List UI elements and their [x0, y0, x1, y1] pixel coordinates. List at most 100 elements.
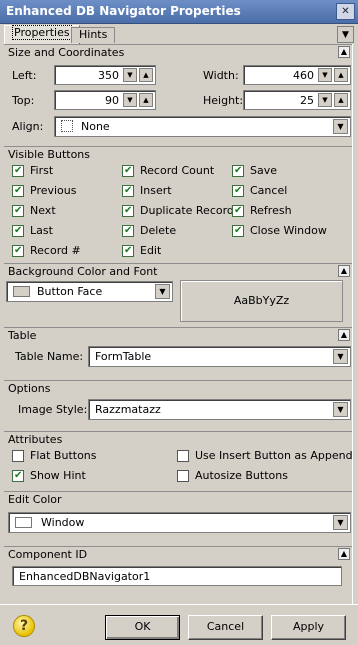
top-increment-icon[interactable]: ▲ [139, 93, 153, 107]
size-coordinates-title: Size and Coordinates [8, 46, 125, 59]
align-none-icon [61, 120, 73, 132]
checkbox-duplicate-record-box[interactable] [122, 203, 134, 219]
checkbox-use-insert-as-append-label: Use Insert Button as Append [195, 449, 353, 462]
table-group: Table ▲ Table Name: FormTable ▼ [4, 327, 352, 377]
left-input[interactable]: 350 ▼ ▲ [54, 65, 156, 85]
checkbox-record-count-box[interactable] [122, 163, 134, 179]
checkbox-autosize-buttons-box[interactable] [177, 470, 189, 482]
table-title: Table [8, 329, 37, 342]
align-chevron-down-icon[interactable]: ▼ [333, 119, 348, 134]
checkbox-previous-label: Previous [30, 184, 77, 197]
width-input[interactable]: 460 ▼ ▲ [243, 65, 351, 85]
left-label: Left: [12, 69, 37, 82]
align-label: Align: [12, 120, 44, 133]
image-style-value: Razzmatazz [95, 403, 161, 416]
checkbox-save-box[interactable] [232, 163, 244, 179]
font-preview-button[interactable]: AaBbYyZz [180, 280, 343, 322]
checkbox-edit-box[interactable] [122, 243, 134, 259]
edit-color-title: Edit Color [8, 493, 62, 506]
checkbox-first-label: First [30, 164, 54, 177]
width-decrement-icon[interactable]: ▼ [318, 68, 332, 82]
checkbox-insert-label: Insert [140, 184, 172, 197]
width-increment-icon[interactable]: ▲ [334, 68, 348, 82]
checkbox-delete-box[interactable] [122, 223, 134, 239]
table-name-select[interactable]: FormTable ▼ [88, 346, 351, 367]
button-bar: ? OK Cancel Apply [0, 604, 358, 645]
checkbox-delete-label: Delete [140, 224, 177, 237]
vertical-scrollbar[interactable] [352, 44, 358, 604]
checkbox-last-box[interactable] [12, 223, 24, 239]
checkbox-previous-box[interactable] [12, 183, 24, 199]
checkbox-record-number-label: Record # [30, 244, 81, 257]
ok-button[interactable]: OK [105, 615, 180, 640]
height-value: 25 [300, 94, 314, 107]
checkbox-autosize-buttons-label: Autosize Buttons [195, 469, 288, 482]
collapse-icon[interactable]: ▲ [338, 548, 350, 560]
height-input[interactable]: 25 ▼ ▲ [243, 90, 351, 110]
checkbox-flat-buttons-box[interactable] [12, 450, 24, 462]
image-style-chevron-down-icon[interactable]: ▼ [333, 402, 348, 417]
edit-color-group: Edit Color Window ▼ [4, 491, 352, 543]
tab-strip: Properties Hints ▼ [0, 24, 358, 44]
window-title: Enhanced DB Navigator Properties [6, 4, 241, 18]
checkbox-next-box[interactable] [12, 203, 24, 219]
checkbox-use-insert-as-append-box[interactable] [177, 450, 189, 462]
background-color-select[interactable]: Button Face ▼ [6, 281, 173, 302]
visible-buttons-title: Visible Buttons [8, 148, 91, 161]
collapse-icon[interactable]: ▲ [338, 46, 350, 58]
width-value: 460 [293, 69, 314, 82]
close-icon[interactable]: ✕ [336, 3, 355, 20]
checkbox-duplicate-record-label: Duplicate Record [140, 204, 234, 217]
left-value: 350 [98, 69, 119, 82]
properties-panel: Size and Coordinates ▲ Left: 350 ▼ ▲ Wid… [0, 44, 358, 604]
background-title: Background Color and Font [8, 265, 158, 278]
tab-hints[interactable]: Hints [71, 27, 116, 43]
component-id-title: Component ID [8, 548, 88, 561]
checkbox-next-label: Next [30, 204, 56, 217]
cancel-button[interactable]: Cancel [188, 615, 263, 640]
height-increment-icon[interactable]: ▲ [334, 93, 348, 107]
top-value: 90 [105, 94, 119, 107]
collapse-icon[interactable]: ▲ [338, 265, 350, 277]
collapse-icon[interactable]: ▲ [338, 329, 350, 341]
checkbox-refresh-box[interactable] [232, 203, 244, 219]
background-color-chevron-down-icon[interactable]: ▼ [155, 284, 170, 299]
tab-menu-chevron-down-icon[interactable]: ▼ [337, 26, 354, 43]
top-decrement-icon[interactable]: ▼ [123, 93, 137, 107]
visible-buttons-group: Visible Buttons First Previous Next Last… [4, 146, 352, 263]
edit-color-value: Window [41, 516, 85, 529]
image-style-select[interactable]: Razzmatazz ▼ [88, 399, 351, 420]
checkbox-record-count-label: Record Count [140, 164, 215, 177]
size-coordinates-group: Size and Coordinates ▲ Left: 350 ▼ ▲ Wid… [4, 44, 352, 146]
align-select[interactable]: None ▼ [54, 116, 351, 137]
height-label: Height: [203, 94, 244, 107]
tab-properties-label: Properties [12, 25, 72, 40]
checkbox-show-hint-label: Show Hint [30, 469, 86, 482]
checkbox-close-window-box[interactable] [232, 223, 244, 239]
checkbox-cancel-box[interactable] [232, 183, 244, 199]
component-id-value: EnhancedDBNavigator1 [19, 570, 151, 583]
component-id-input[interactable]: EnhancedDBNavigator1 [12, 566, 342, 586]
edit-color-select[interactable]: Window ▼ [8, 512, 351, 533]
checkbox-flat-buttons-label: Flat Buttons [30, 449, 97, 462]
help-icon[interactable]: ? [13, 615, 35, 637]
top-label: Top: [12, 94, 35, 107]
table-name-chevron-down-icon[interactable]: ▼ [333, 349, 348, 364]
tab-properties[interactable]: Properties [4, 25, 80, 44]
checkbox-record-number-box[interactable] [12, 243, 24, 259]
checkbox-cancel-label: Cancel [250, 184, 288, 197]
image-style-label: Image Style: [18, 403, 88, 416]
options-title: Options [8, 382, 51, 395]
checkbox-insert-box[interactable] [122, 183, 134, 199]
top-input[interactable]: 90 ▼ ▲ [54, 90, 156, 110]
edit-color-chevron-down-icon[interactable]: ▼ [333, 515, 348, 530]
left-decrement-icon[interactable]: ▼ [123, 68, 137, 82]
width-label: Width: [203, 69, 239, 82]
apply-button[interactable]: Apply [271, 615, 346, 640]
height-decrement-icon[interactable]: ▼ [318, 93, 332, 107]
left-increment-icon[interactable]: ▲ [139, 68, 153, 82]
checkbox-first-box[interactable] [12, 163, 24, 179]
background-color-swatch [13, 286, 30, 297]
edit-color-swatch [15, 517, 32, 528]
checkbox-show-hint-box[interactable] [12, 468, 24, 484]
